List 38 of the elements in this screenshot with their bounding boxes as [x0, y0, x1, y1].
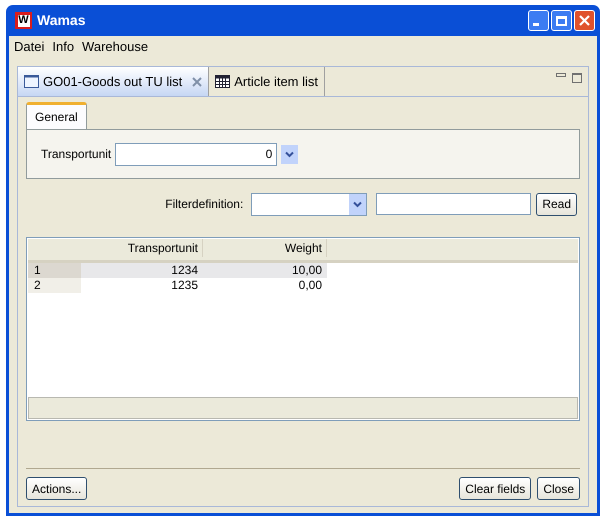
section-tab[interactable]: General — [26, 102, 87, 129]
column-header[interactable]: Transportunit — [81, 239, 203, 257]
table-cell-text: 0,00 — [298, 278, 323, 293]
minimize-view-icon[interactable] — [556, 73, 566, 77]
window-title: Wamas — [37, 11, 86, 30]
push-button[interactable]: Actions... — [26, 477, 88, 500]
tab-label: GO01-Goods out TU list — [43, 72, 182, 91]
row-number: 1 — [28, 263, 81, 278]
maximize-view-icon[interactable] — [572, 73, 582, 83]
minimize-button[interactable] — [528, 10, 549, 31]
table-row[interactable]: 2 1235 0,00 — [28, 278, 578, 293]
push-button[interactable]: Read — [536, 192, 577, 216]
column-header[interactable]: Weight — [203, 239, 327, 257]
menu-item[interactable]: Info — [52, 37, 74, 57]
push-button[interactable]: Close — [537, 477, 580, 500]
field-label: Transportunit — [41, 146, 112, 163]
menu-item[interactable]: Warehouse — [82, 37, 148, 57]
close-icon[interactable] — [192, 76, 202, 86]
app-logo-icon: W — [15, 12, 32, 29]
push-button[interactable]: Clear fields — [459, 477, 532, 500]
table-row[interactable]: 1 1234 10,00 — [28, 263, 578, 278]
table-cell-text: 1235 — [170, 278, 199, 293]
tab-label: Article item list — [234, 72, 318, 91]
window-icon — [24, 75, 39, 88]
table-icon — [215, 75, 230, 88]
close-icon — [579, 15, 590, 26]
row-number: 2 — [28, 278, 81, 293]
dropdown-button[interactable] — [281, 144, 298, 164]
transportunit-field[interactable]: 0 — [115, 142, 278, 166]
filter-select[interactable] — [251, 192, 368, 216]
maximize-button[interactable] — [551, 10, 572, 31]
field-label: Filterdefinition: — [165, 196, 244, 213]
table-cell: 1234 — [81, 263, 203, 278]
editor-tab[interactable]: GO01-Goods out TU list — [18, 67, 210, 96]
table-cell: 10,00 — [203, 263, 327, 278]
close-button[interactable] — [574, 10, 595, 31]
menu-item[interactable]: Datei — [14, 37, 44, 57]
filter-text-field[interactable] — [376, 193, 532, 215]
